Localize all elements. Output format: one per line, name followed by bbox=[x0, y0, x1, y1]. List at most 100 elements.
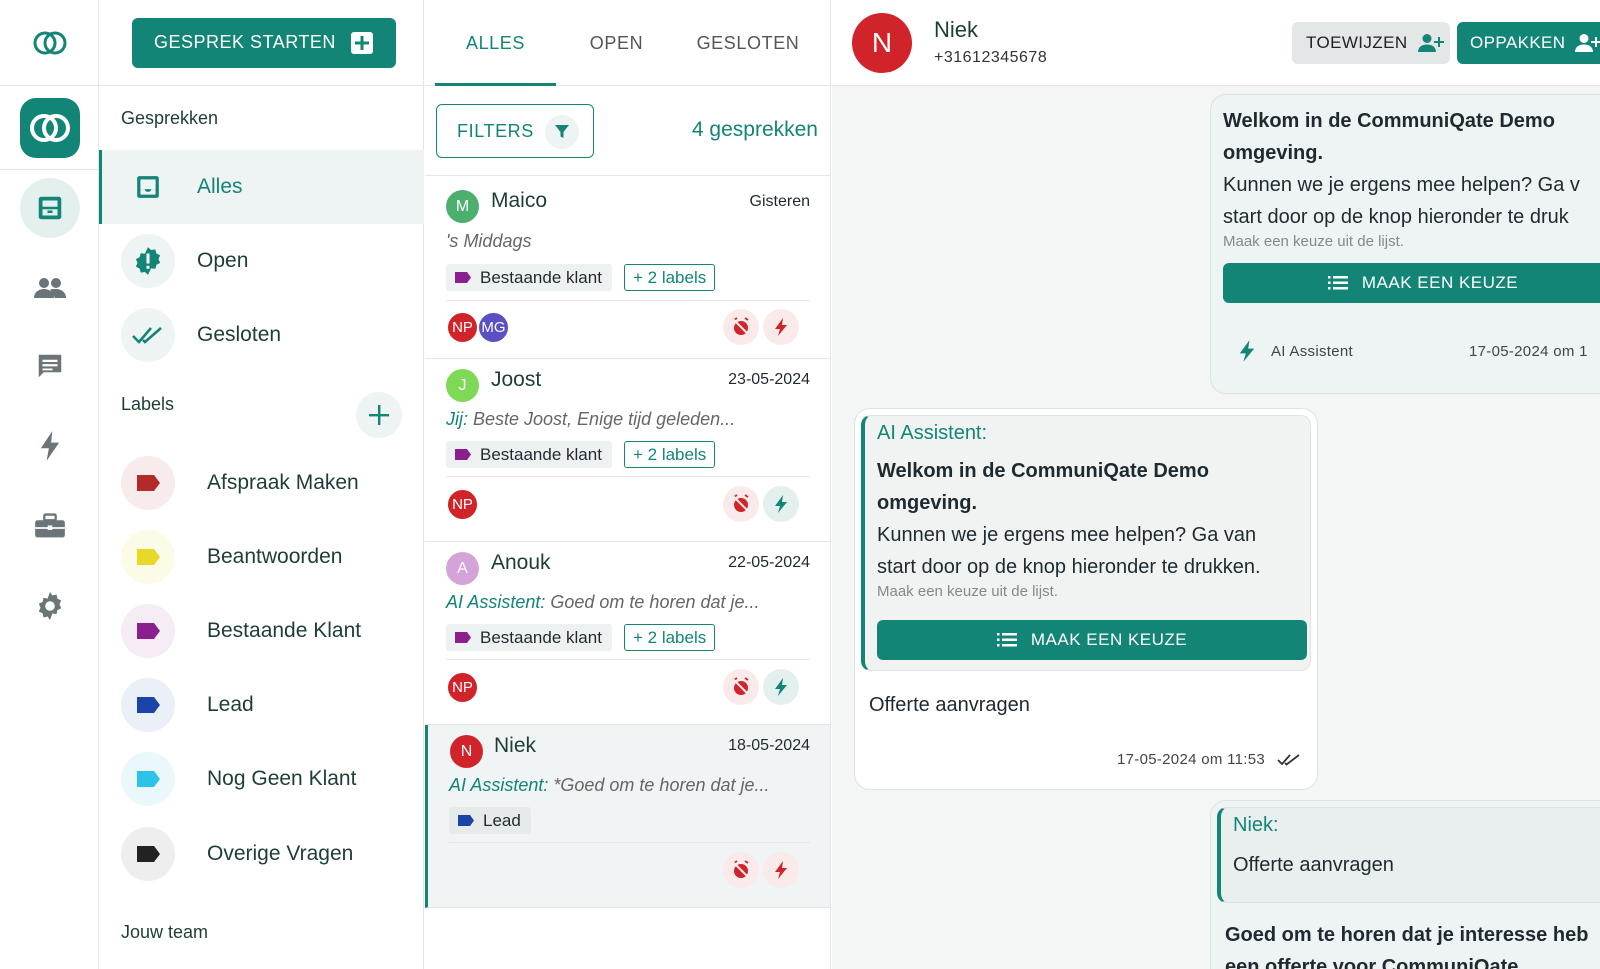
start-conversation-button[interactable]: GESPREK STARTEN bbox=[132, 17, 396, 68]
rail-inbox[interactable] bbox=[20, 178, 80, 238]
make-choice-label: MAAK EEN KEUZE bbox=[1361, 273, 1519, 292]
automation-button[interactable] bbox=[763, 669, 799, 705]
app-logo bbox=[0, 0, 99, 86]
pick-up-button[interactable]: OPPAKKEN bbox=[1457, 22, 1600, 64]
label-tag-icon bbox=[121, 752, 175, 806]
alert-badge-icon bbox=[121, 234, 175, 288]
label-item-bestaande-klant[interactable]: Bestaande Klant bbox=[99, 594, 424, 668]
label-item-overige-vragen[interactable]: Overige Vragen bbox=[99, 817, 424, 891]
brand-logo-icon bbox=[19, 97, 80, 158]
message-text-line: Kunnen we je ergens mee helpen? Ga van bbox=[877, 524, 1257, 546]
label-tag-icon bbox=[121, 678, 175, 732]
snooze-off-button[interactable] bbox=[723, 309, 759, 345]
quoted-message-body: Niek: Offerte aanvragen bbox=[1233, 814, 1394, 881]
message-time: 17-05-2024 om 11:53 bbox=[1117, 751, 1266, 768]
rail-settings[interactable] bbox=[20, 576, 80, 636]
assign-label: TOEWIJZEN bbox=[1306, 33, 1408, 52]
lightning-icon bbox=[775, 318, 787, 336]
sidebar-header: GESPREK STARTEN bbox=[99, 0, 423, 86]
double-check-icon bbox=[121, 308, 175, 362]
add-label-button[interactable] bbox=[356, 392, 402, 438]
label-item-lead[interactable]: Lead bbox=[99, 668, 424, 742]
conversation-date: 22-05-2024 bbox=[728, 554, 810, 571]
message-hint: Maak een keuze uit de lijst. bbox=[877, 583, 1058, 600]
brand-badge[interactable] bbox=[0, 86, 99, 170]
automation-button[interactable] bbox=[763, 309, 799, 345]
rail-tools[interactable] bbox=[20, 496, 80, 556]
sidebar-item-label: Open bbox=[197, 249, 249, 272]
contact-avatar: N bbox=[450, 735, 483, 768]
preview-sender: AI Assistent: bbox=[449, 775, 549, 795]
lightning-icon bbox=[1239, 340, 1255, 362]
more-labels-badge[interactable]: + 2 labels bbox=[624, 624, 716, 651]
sidebar-item-open[interactable]: Open bbox=[99, 224, 424, 298]
preview-text: *Goed om te horen dat je... bbox=[548, 775, 770, 795]
sidebar-item-label: Alles bbox=[197, 175, 243, 198]
label-tag-icon bbox=[121, 456, 175, 510]
tab-open[interactable]: OPEN bbox=[556, 0, 677, 86]
tab-closed[interactable]: GESLOTEN bbox=[677, 0, 819, 86]
label-tag-icon bbox=[121, 604, 175, 658]
status-tabs: ALLES OPEN GESLOTEN bbox=[425, 0, 830, 86]
tag-icon bbox=[455, 449, 471, 460]
snooze-off-button[interactable] bbox=[723, 669, 759, 705]
conversation-item-niek[interactable]: N Niek 18-05-2024 AI Assistent: *Goed om… bbox=[425, 725, 830, 908]
more-labels-badge[interactable]: + 2 labels bbox=[624, 264, 716, 291]
divider bbox=[446, 476, 810, 477]
alarm-off-icon bbox=[732, 677, 750, 696]
message-text-line: Kunnen we je ergens mee helpen? Ga v bbox=[1223, 174, 1580, 196]
more-labels-badge[interactable]: + 2 labels bbox=[624, 441, 716, 468]
assign-button[interactable]: TOEWIJZEN bbox=[1292, 22, 1450, 64]
message-bold-line: een offerte voor CommuniQate bbox=[1225, 956, 1519, 969]
chat-header: N Niek +31612345678 TOEWIJZEN OPPAKKEN bbox=[832, 0, 1600, 86]
sidebar-item-closed[interactable]: Gesloten bbox=[99, 298, 424, 372]
double-check-icon bbox=[1277, 753, 1300, 766]
rail-contacts[interactable] bbox=[20, 258, 80, 318]
message-bubble-outgoing: Niek: Offerte aanvragen Goed om te horen… bbox=[1210, 800, 1600, 969]
preview-text: Goed om te horen dat je... bbox=[545, 592, 760, 612]
sidebar-item-label: Gesloten bbox=[197, 323, 282, 346]
inbox-icon bbox=[121, 160, 175, 214]
alarm-off-icon bbox=[732, 494, 750, 513]
label-name: Nog Geen Klant bbox=[207, 767, 357, 790]
message-preview: AI Assistent: *Goed om te horen dat je..… bbox=[449, 775, 770, 796]
automation-button[interactable] bbox=[763, 486, 799, 522]
contact-avatar: M bbox=[446, 190, 479, 223]
label-tag[interactable]: Bestaande klant bbox=[446, 624, 612, 651]
divider bbox=[449, 842, 810, 843]
automation-button[interactable] bbox=[763, 852, 799, 888]
funnel-icon bbox=[545, 115, 579, 149]
label-tag[interactable]: Bestaande klant bbox=[446, 441, 612, 468]
label-item-beantwoorden[interactable]: Beantwoorden bbox=[99, 520, 424, 594]
preview-sender: Jij: bbox=[446, 409, 468, 429]
conversation-date: 18-05-2024 bbox=[728, 737, 810, 754]
label-tag[interactable]: Bestaande klant bbox=[446, 264, 612, 291]
snooze-off-button[interactable] bbox=[723, 852, 759, 888]
tab-all[interactable]: ALLES bbox=[435, 0, 556, 86]
message-bold-line: Welkom in de CommuniQate Demo bbox=[1223, 110, 1555, 132]
alarm-off-icon bbox=[732, 860, 750, 879]
make-choice-button[interactable]: MAAK EEN KEUZE bbox=[1223, 263, 1600, 303]
sidebar-item-all[interactable]: Alles bbox=[99, 150, 424, 224]
tag-icon bbox=[455, 632, 471, 643]
section-title-conversations: Gesprekken bbox=[121, 108, 219, 128]
contact-avatar: N bbox=[852, 13, 912, 73]
label-item-afspraak-maken[interactable]: Afspraak Maken bbox=[99, 446, 424, 520]
label-item-nog-geen-klant[interactable]: Nog Geen Klant bbox=[99, 742, 424, 816]
message-body: Goed om te horen dat je interesse heb ee… bbox=[1225, 919, 1600, 969]
message-preview: AI Assistent: Goed om te horen dat je... bbox=[446, 592, 760, 613]
conversation-item-anouk[interactable]: A Anouk 22-05-2024 AI Assistent: Goed om… bbox=[425, 542, 830, 725]
conversation-item-maico[interactable]: M Maico Gisteren 's Middags Bestaande kl… bbox=[425, 176, 830, 359]
preview-text: 's Middags bbox=[446, 231, 532, 251]
make-choice-button[interactable]: MAAK EEN KEUZE bbox=[877, 620, 1307, 660]
gear-icon bbox=[38, 592, 62, 620]
conversation-item-joost[interactable]: J Joost 23-05-2024 Jij: Beste Joost, Eni… bbox=[425, 359, 830, 542]
message-bold-line: omgeving. bbox=[1223, 142, 1324, 164]
label-tag[interactable]: Lead bbox=[449, 807, 531, 834]
snooze-off-button[interactable] bbox=[723, 486, 759, 522]
label-name: Bestaande Klant bbox=[207, 619, 362, 642]
filters-button[interactable]: FILTERS bbox=[436, 104, 594, 158]
rail-messages[interactable] bbox=[20, 336, 80, 396]
rail-automations[interactable] bbox=[20, 416, 80, 476]
message-sender: AI Assistent bbox=[1271, 342, 1353, 360]
